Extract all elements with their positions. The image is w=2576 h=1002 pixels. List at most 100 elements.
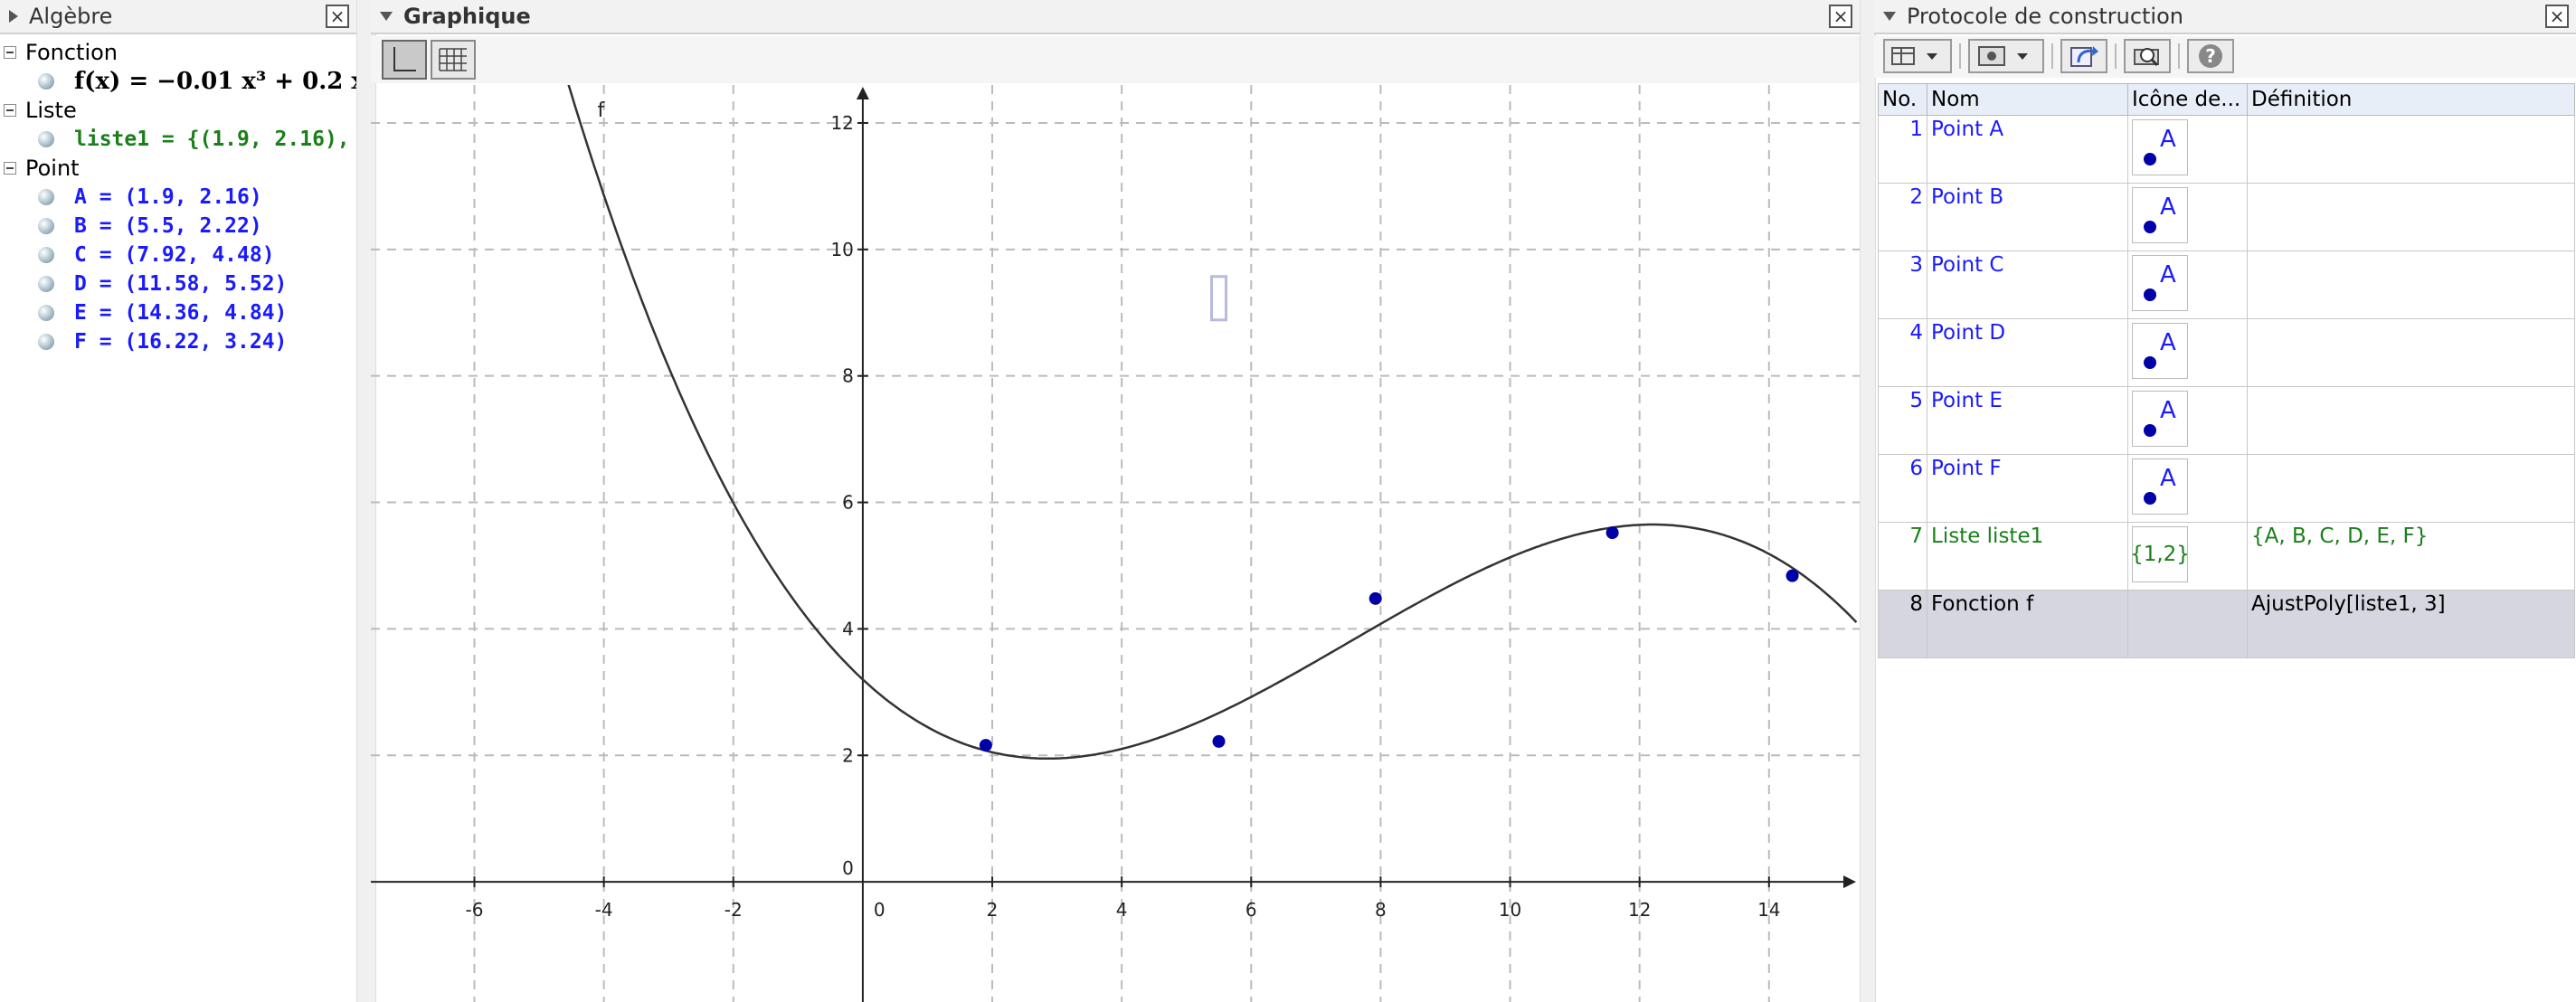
toggle-axes-button[interactable] xyxy=(382,40,427,80)
collapse-arrow-icon[interactable] xyxy=(9,10,18,23)
row-icon-cell: A xyxy=(2127,454,2248,523)
toggle-grid-button[interactable] xyxy=(431,40,476,80)
collapse-minus-icon[interactable] xyxy=(4,46,16,59)
collapse-arrow-icon[interactable] xyxy=(1883,12,1896,21)
close-algebra-button[interactable]: × xyxy=(326,5,349,28)
table-row[interactable]: 1 Point A A xyxy=(1878,115,2575,184)
close-graphics-button[interactable]: × xyxy=(1829,5,1852,28)
row-definition xyxy=(2247,183,2575,251)
list-definition: liste1 = {(1.9, 2.16), (5.5, xyxy=(74,128,356,151)
point-definition: D = (11.58, 5.52) xyxy=(74,272,288,296)
x-tick-label: 6 xyxy=(1245,899,1257,921)
export-button[interactable] xyxy=(2060,39,2107,73)
table-row[interactable]: 2 Point B A xyxy=(1878,183,2575,251)
toolbar-separator xyxy=(2051,43,2053,69)
row-number: 8 xyxy=(1878,590,1927,658)
axes-icon xyxy=(393,47,416,71)
row-number: 6 xyxy=(1878,454,1927,523)
x-tick-label: 14 xyxy=(1757,899,1780,921)
collapse-minus-icon[interactable] xyxy=(4,162,16,175)
algebra-title: Algèbre xyxy=(29,4,113,29)
category-label: Fonction xyxy=(25,40,118,65)
visibility-ball-icon[interactable] xyxy=(38,73,54,90)
category-point[interactable]: Point xyxy=(0,154,356,183)
point-A[interactable] xyxy=(979,739,992,752)
function-f-label: f xyxy=(597,99,605,122)
row-icon-cell: A xyxy=(2127,318,2248,387)
row-name: Point C xyxy=(1927,250,2128,319)
row-icon-cell: A xyxy=(2127,250,2248,319)
x-tick-label: -4 xyxy=(595,899,613,921)
y-tick-label: 2 xyxy=(842,744,854,766)
y-tick-label: 6 xyxy=(842,492,854,514)
close-protocol-button[interactable]: × xyxy=(2545,5,2569,28)
graphics-panel: Graphique × -6 -4 -2 0 2 4 6 8 10 12 14 0 2 4 6 8 10 12 f xyxy=(371,0,1860,1002)
row-definition xyxy=(2247,386,2575,455)
algebra-item-f[interactable]: f(x) = −0.01 x³ + 0.2 x xyxy=(0,67,356,96)
table-row[interactable]: 3 Point C A xyxy=(1878,250,2575,319)
table-row[interactable]: 5 Point E A xyxy=(1878,386,2575,455)
row-number: 2 xyxy=(1878,183,1927,251)
table-row[interactable]: 6 Point F A xyxy=(1878,454,2575,523)
graphics-title: Graphique xyxy=(403,4,531,29)
table-row[interactable]: 7 Liste liste1 {1,2} {A, B, C, D, E, F} xyxy=(1878,522,2575,591)
function-f-curve[interactable] xyxy=(552,85,1858,761)
print-preview-icon xyxy=(2134,48,2159,67)
column-header-definition[interactable]: Définition xyxy=(2247,83,2575,116)
point-dot-icon xyxy=(2144,221,2156,233)
collapse-minus-icon[interactable] xyxy=(4,104,16,117)
toolbar-separator xyxy=(1959,43,1961,69)
print-preview-button[interactable] xyxy=(2124,39,2171,73)
list-tool-icon: {1,2} xyxy=(2130,526,2190,582)
columns-menu-button[interactable] xyxy=(1883,39,1952,73)
algebra-item-point[interactable]: A = (1.9, 2.16) xyxy=(0,183,356,212)
visibility-ball-icon[interactable] xyxy=(38,189,54,205)
algebra-item-point[interactable]: D = (11.58, 5.52) xyxy=(0,269,356,298)
table-row[interactable]: 8 Fonction f AjustPoly[liste1, 3] xyxy=(1878,590,2575,658)
point-C[interactable] xyxy=(1368,591,1382,605)
algebra-item-point[interactable]: C = (7.92, 4.48) xyxy=(0,241,356,269)
point-dot-icon xyxy=(2144,492,2156,505)
column-header-no[interactable]: No. xyxy=(1878,83,1927,116)
category-liste[interactable]: Liste xyxy=(0,96,356,125)
table-columns-icon xyxy=(1891,47,1937,65)
category-fonction[interactable]: Fonction xyxy=(0,38,356,67)
algebra-item-liste1[interactable]: liste1 = {(1.9, 2.16), (5.5, xyxy=(0,125,356,154)
point-E[interactable] xyxy=(1785,569,1799,582)
x-axis-arrow-icon xyxy=(1843,875,1856,889)
column-header-name[interactable]: Nom xyxy=(1927,83,2128,116)
row-name: Point F xyxy=(1927,454,2128,523)
point-definition: E = (14.36, 4.84) xyxy=(74,301,288,325)
algebra-item-point[interactable]: E = (14.36, 4.84) xyxy=(0,298,356,327)
row-number: 7 xyxy=(1878,522,1927,591)
protocol-titlebar[interactable]: Protocole de construction × xyxy=(1874,0,2576,34)
visibility-ball-icon[interactable] xyxy=(38,218,54,234)
help-button[interactable]: ? xyxy=(2187,39,2234,73)
point-tool-icon: A xyxy=(2132,323,2188,379)
visibility-ball-icon[interactable] xyxy=(38,247,54,263)
row-name: Point B xyxy=(1927,183,2128,251)
graphics-canvas[interactable]: -6 -4 -2 0 2 4 6 8 10 12 14 0 2 4 6 8 10 12 f xyxy=(371,85,1860,1002)
collapse-arrow-icon[interactable] xyxy=(380,12,393,21)
algebra-item-point[interactable]: B = (5.5, 2.22) xyxy=(0,212,356,241)
column-header-icon[interactable]: Icône de... xyxy=(2127,83,2248,116)
visibility-ball-icon[interactable] xyxy=(38,276,54,292)
algebra-tree: Fonction f(x) = −0.01 x³ + 0.2 x Liste l… xyxy=(0,38,356,356)
algebra-titlebar[interactable]: Algèbre × xyxy=(0,0,356,34)
algebra-item-point[interactable]: F = (16.22, 3.24) xyxy=(0,327,356,356)
point-letter: A xyxy=(2160,261,2176,288)
point-B[interactable] xyxy=(1212,734,1226,748)
visibility-ball-icon[interactable] xyxy=(38,131,54,147)
table-header: No. Nom Icône de... Définition xyxy=(1878,83,2575,116)
options-menu-button[interactable] xyxy=(1968,39,2044,73)
row-number: 5 xyxy=(1878,386,1927,455)
visibility-ball-icon[interactable] xyxy=(38,334,54,350)
graphics-style-bar xyxy=(371,36,1860,83)
point-definition: A = (1.9, 2.16) xyxy=(74,185,262,209)
text-cursor-icon xyxy=(1210,275,1228,322)
table-row[interactable]: 4 Point D A xyxy=(1878,318,2575,387)
graphics-titlebar[interactable]: Graphique × xyxy=(371,0,1860,34)
row-icon-cell: A xyxy=(2127,115,2248,184)
point-D[interactable] xyxy=(1605,526,1619,540)
visibility-ball-icon[interactable] xyxy=(38,305,54,321)
